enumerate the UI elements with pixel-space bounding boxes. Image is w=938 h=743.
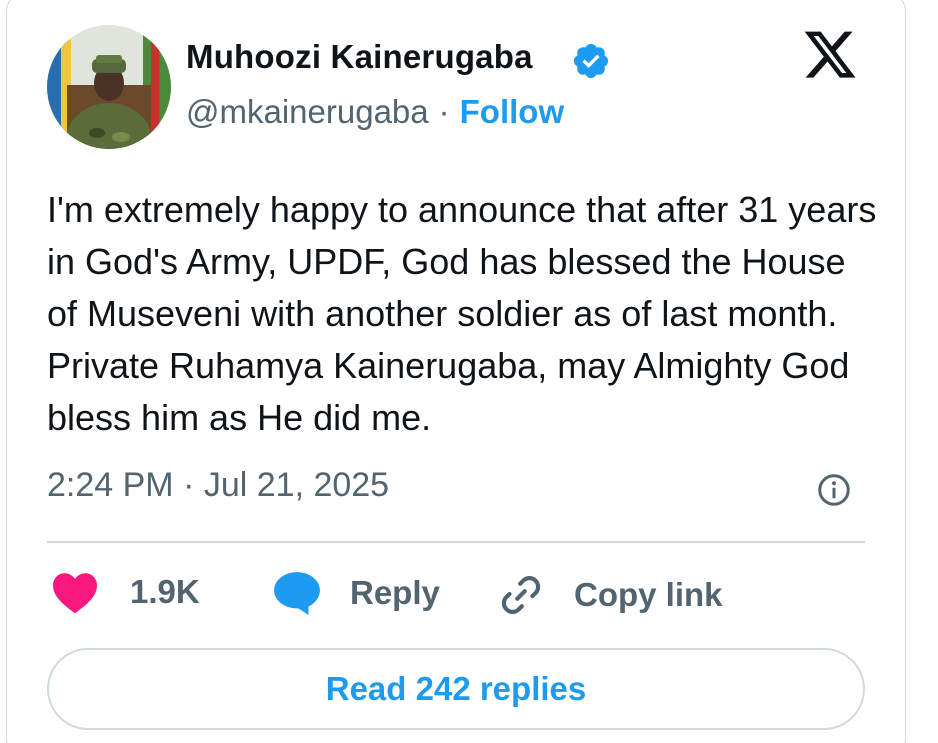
tweet-timestamp[interactable]: 2:24 PM · Jul 21, 2025 (47, 466, 389, 505)
tweet-text: I'm extremely happy to announce that aft… (47, 189, 877, 438)
divider (47, 541, 865, 543)
speech-bubble-icon (274, 572, 320, 615)
like-button[interactable]: 1.9K (50, 570, 200, 614)
x-logo-icon[interactable] (801, 31, 859, 83)
separator-dot: · (438, 93, 450, 130)
copy-link-label: Copy link (574, 576, 723, 613)
copy-link-button[interactable]: Copy link (496, 570, 723, 620)
like-count: 1.9K (130, 573, 200, 610)
avatar[interactable] (47, 25, 171, 149)
verified-badge-icon (573, 43, 609, 79)
heart-icon (53, 573, 97, 614)
reply-button[interactable]: Reply (272, 570, 440, 616)
author-display-name[interactable]: Muhoozi Kainerugaba (186, 38, 533, 76)
read-replies-button[interactable]: Read 242 replies (47, 648, 865, 730)
author-handle-row: @mkainerugaba · Follow (186, 93, 564, 131)
reply-label: Reply (350, 574, 440, 611)
author-handle[interactable]: @mkainerugaba (186, 93, 429, 131)
avatar-photo (47, 25, 171, 149)
link-icon (501, 576, 541, 614)
info-icon[interactable] (816, 472, 852, 508)
follow-button[interactable]: Follow (460, 93, 564, 131)
